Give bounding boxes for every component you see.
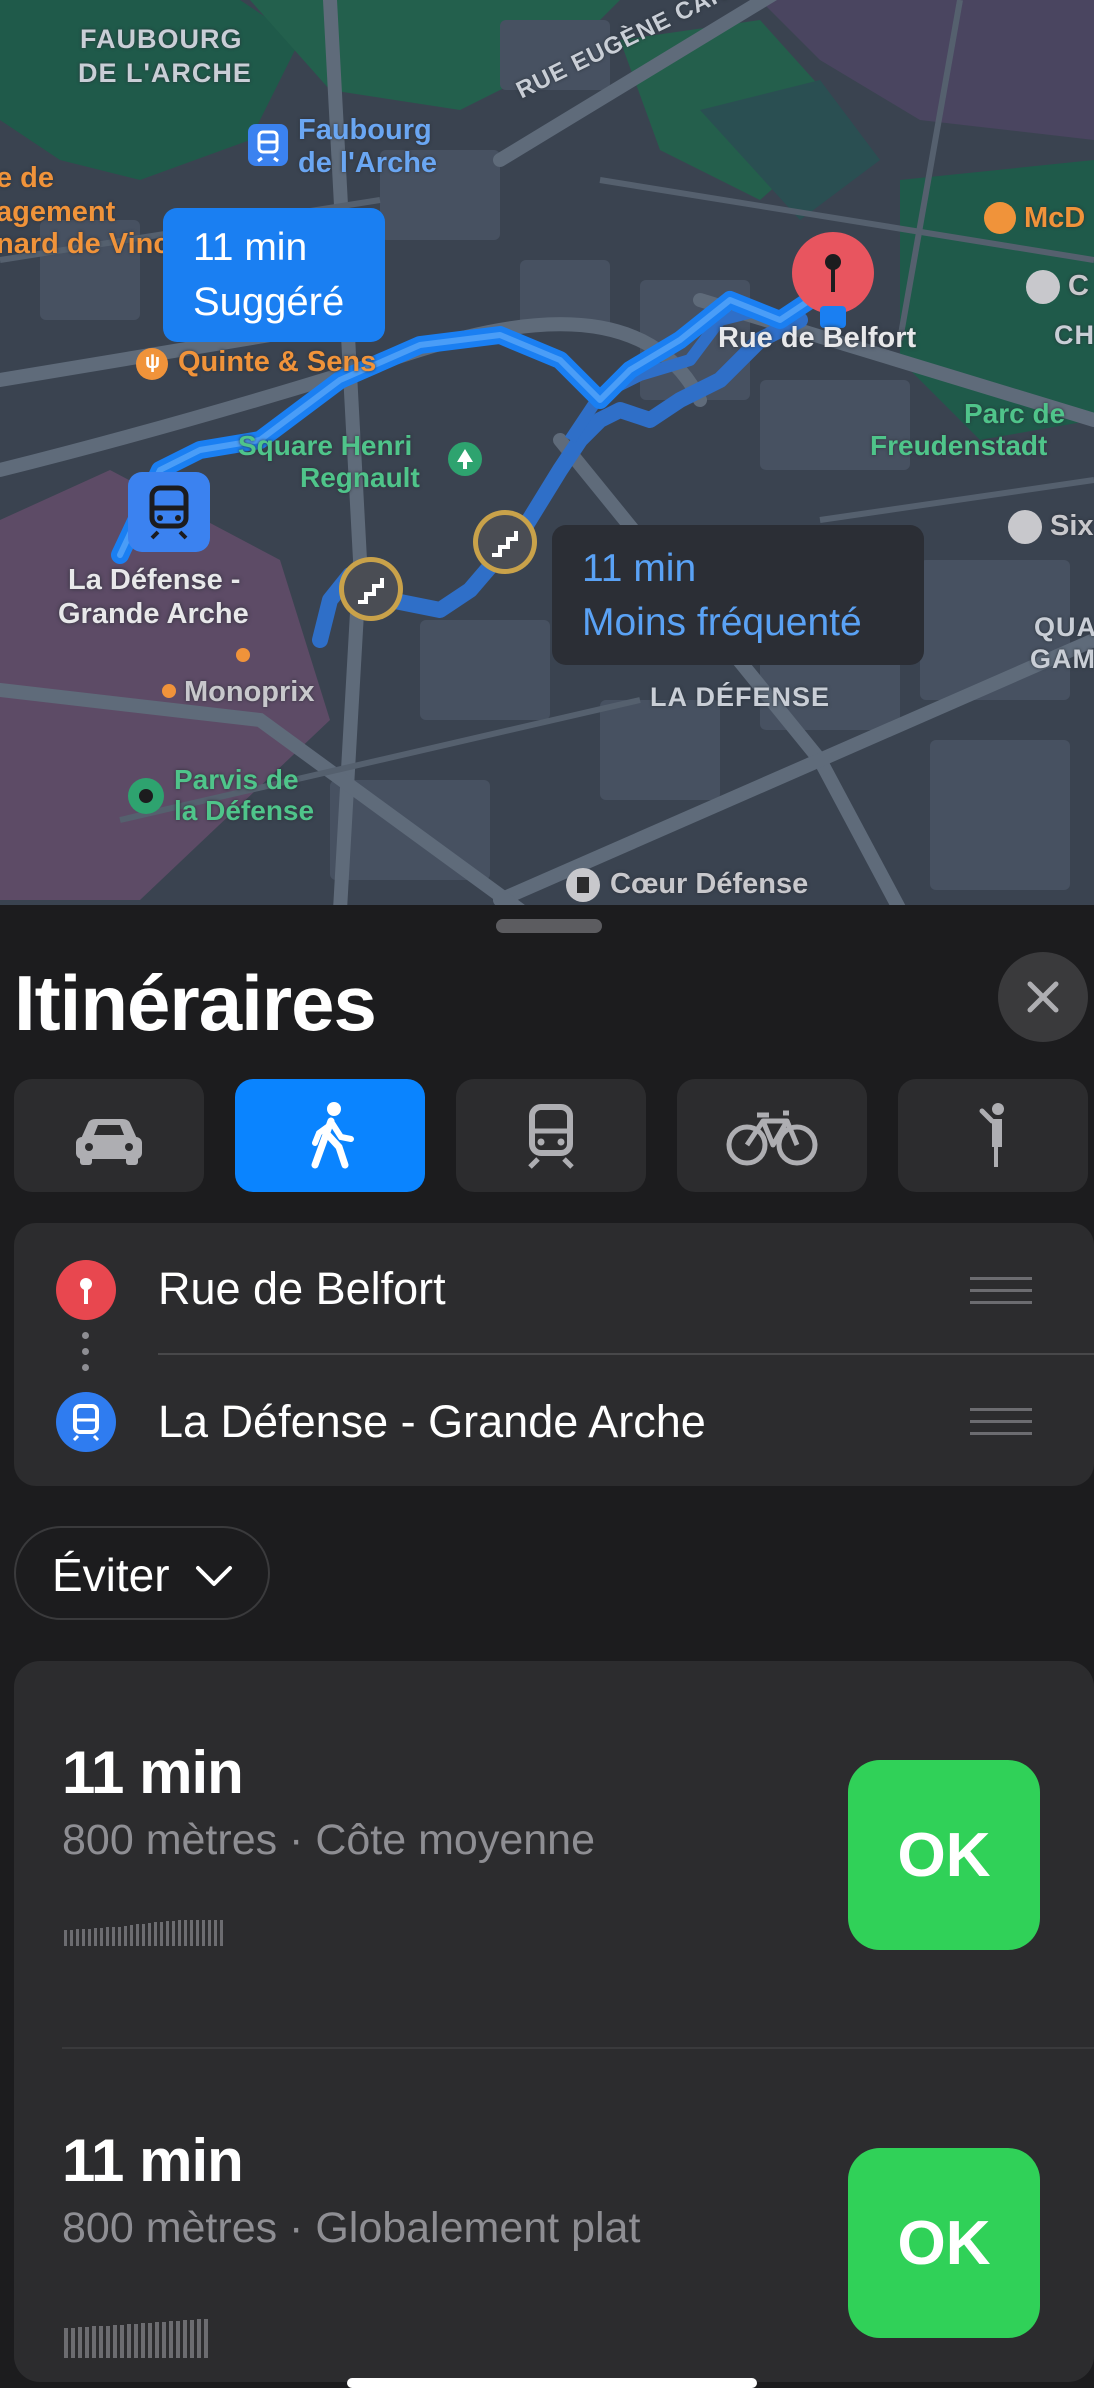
home-indicator[interactable] bbox=[347, 2378, 757, 2388]
mode-drive-button[interactable] bbox=[14, 1079, 204, 1192]
start-station-label: La Défense - bbox=[68, 564, 241, 596]
route-detail: 800 mètres · Globalement plat bbox=[62, 2204, 641, 2252]
callout-label: Moins fréquenté bbox=[582, 601, 862, 644]
bike-icon bbox=[726, 1110, 818, 1166]
close-button[interactable] bbox=[998, 952, 1088, 1042]
parvis-label: Parvis de bbox=[174, 764, 299, 795]
park-label: Square Henri bbox=[238, 430, 413, 461]
parvis-icon bbox=[128, 778, 164, 814]
mode-bike-button[interactable] bbox=[677, 1079, 867, 1192]
edge-label: Six bbox=[1050, 510, 1094, 542]
store-label: Monoprix bbox=[184, 676, 315, 708]
park-label: Freudenstadt bbox=[870, 430, 1048, 461]
restaurant-label: Quinte & Sens bbox=[178, 346, 377, 378]
elevation-profile bbox=[64, 1920, 223, 1946]
divider bbox=[158, 1353, 1094, 1355]
go-button[interactable]: OK bbox=[848, 1760, 1040, 1950]
edge-label: McD bbox=[1024, 202, 1086, 234]
close-icon bbox=[1027, 981, 1059, 1013]
reorder-handle-icon[interactable] bbox=[970, 1275, 1032, 1307]
mode-walk-button[interactable] bbox=[235, 1079, 425, 1192]
stairs-marker[interactable] bbox=[473, 510, 537, 574]
car-icon bbox=[76, 1119, 142, 1165]
restaurant-icon[interactable]: ψ bbox=[136, 348, 168, 380]
train-icon bbox=[257, 130, 279, 163]
suggested-route-callout[interactable]: 11 min Suggéré bbox=[163, 208, 385, 342]
transit-icon bbox=[528, 1104, 574, 1169]
route-time: 11 min bbox=[62, 2127, 244, 2194]
route-time: 11 min bbox=[62, 1739, 244, 1806]
callout-time: 11 min bbox=[193, 226, 308, 269]
origin-field[interactable]: Rue de Belfort bbox=[158, 1263, 446, 1315]
sheet-grabber[interactable] bbox=[496, 919, 602, 933]
destination-field[interactable]: La Défense - Grande Arche bbox=[158, 1396, 706, 1448]
connector-dots bbox=[82, 1332, 90, 1380]
mode-transit-button[interactable] bbox=[456, 1079, 646, 1192]
edge-label: CH bbox=[1054, 320, 1094, 350]
edge-label: agement bbox=[0, 196, 116, 228]
start-station-label: Grande Arche bbox=[58, 598, 249, 630]
avoid-button[interactable]: Éviter bbox=[14, 1526, 270, 1620]
stairs-marker[interactable] bbox=[339, 557, 403, 621]
park-label: Regnault bbox=[300, 462, 420, 493]
alt-route-callout[interactable]: 11 min Moins fréquenté bbox=[552, 525, 924, 665]
walk-icon bbox=[311, 1102, 354, 1169]
street-label: DE L'ARCHE bbox=[78, 58, 252, 88]
destination-train-icon bbox=[56, 1392, 116, 1452]
stairs-icon bbox=[358, 578, 384, 604]
sheet-title: Itinéraires bbox=[14, 959, 377, 1047]
poi-dot bbox=[236, 648, 250, 662]
parvis-label: la Défense bbox=[174, 795, 315, 826]
poi-dot bbox=[162, 684, 176, 698]
tree-icon bbox=[448, 442, 482, 476]
street-label: FAUBOURG bbox=[80, 24, 243, 54]
go-label: OK bbox=[897, 1821, 991, 1890]
district-label: LA DÉFENSE bbox=[650, 682, 831, 712]
building-icon bbox=[566, 868, 600, 902]
taxi-icon bbox=[1008, 510, 1042, 544]
stairs-icon bbox=[492, 531, 518, 557]
metro-station-label: de l'Arche bbox=[298, 147, 438, 179]
destination-label: Rue de Belfort bbox=[718, 322, 917, 354]
go-button[interactable]: OK bbox=[848, 2148, 1040, 2338]
edge-label: QUA bbox=[1034, 612, 1094, 642]
destination-pin[interactable] bbox=[792, 232, 874, 314]
origin-pin-icon bbox=[56, 1260, 116, 1320]
fastfood-icon bbox=[984, 202, 1016, 234]
elevation-profile bbox=[64, 2319, 208, 2358]
go-label: OK bbox=[897, 2209, 991, 2278]
metro-station-label: Faubourg bbox=[298, 114, 432, 146]
edge-label: nard de Vinci bbox=[0, 228, 178, 260]
metro-station-marker[interactable] bbox=[248, 124, 288, 166]
avoid-label: Éviter bbox=[52, 1549, 170, 1601]
route-detail: 800 mètres · Côte moyenne bbox=[62, 1816, 595, 1864]
edge-label: C bbox=[1068, 270, 1089, 302]
bank-icon bbox=[1026, 270, 1060, 304]
train-icon bbox=[149, 485, 189, 540]
callout-time: 11 min bbox=[582, 547, 697, 590]
start-station-marker[interactable] bbox=[128, 472, 210, 552]
callout-label: Suggéré bbox=[193, 280, 345, 324]
map-view[interactable]: FAUBOURG DE L'ARCHE RUE EUGÈNE CARON LA … bbox=[0, 0, 1094, 910]
route-divider bbox=[62, 2047, 1094, 2049]
chevron-down-icon bbox=[196, 1566, 232, 1586]
mode-rideshare-button[interactable] bbox=[898, 1079, 1088, 1192]
rideshare-icon bbox=[979, 1103, 1004, 1167]
park-label: Parc de bbox=[964, 398, 1066, 429]
edge-label: GAM bbox=[1030, 644, 1094, 674]
mall-label: Cœur Défense bbox=[610, 868, 809, 900]
pin-icon bbox=[825, 254, 841, 292]
reorder-handle-icon[interactable] bbox=[970, 1406, 1032, 1438]
edge-label: e de bbox=[0, 162, 55, 194]
